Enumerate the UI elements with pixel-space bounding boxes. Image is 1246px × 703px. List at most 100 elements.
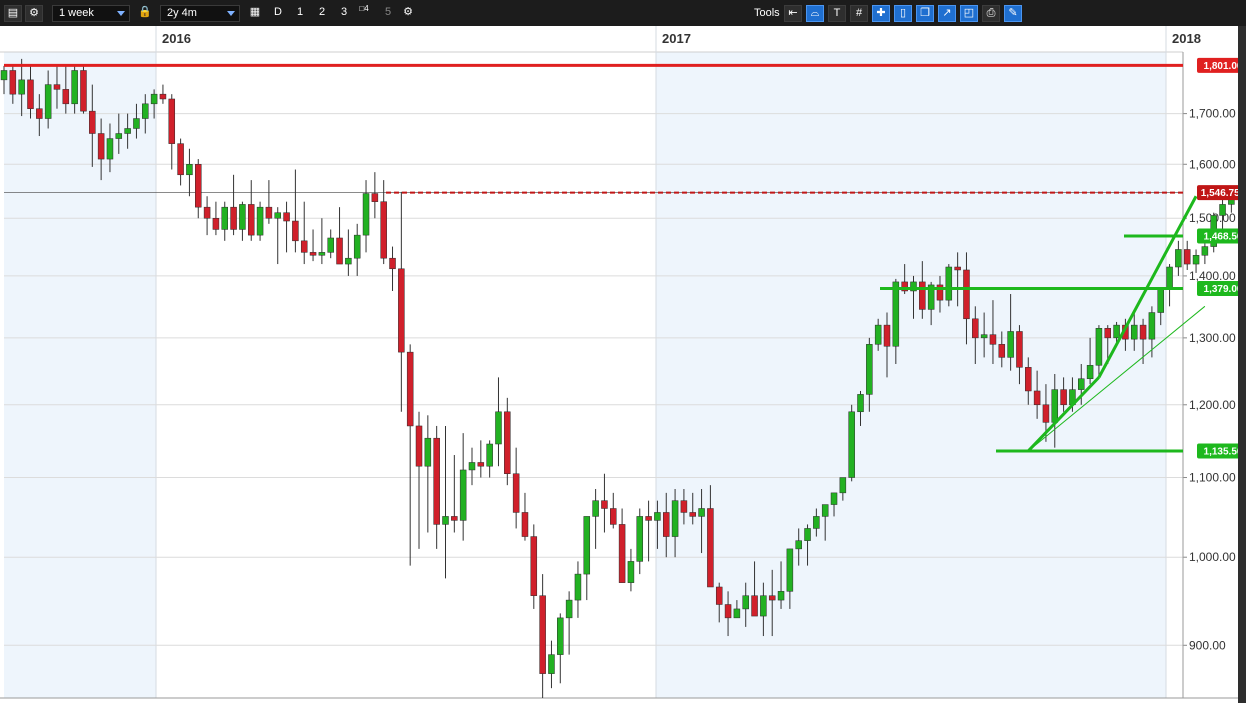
candle-up <box>777 591 785 601</box>
period-button-d[interactable]: D <box>269 5 287 22</box>
candle-up <box>318 252 326 256</box>
candle-up <box>424 437 432 467</box>
settings-gear-icon[interactable]: ⚙ <box>399 5 417 22</box>
candle-down <box>451 516 458 521</box>
candle-up <box>1086 365 1094 379</box>
period-button-3[interactable]: 3 <box>335 5 353 22</box>
candle-down <box>998 344 1006 358</box>
y-tick-label: 1,600.00 <box>1189 157 1236 171</box>
range-value: 2y 4m <box>167 7 197 19</box>
candle-up <box>892 281 900 347</box>
chevron-down-icon <box>117 11 125 16</box>
candle-down <box>265 206 273 219</box>
candle-down <box>1025 367 1032 392</box>
candle-up <box>654 512 661 521</box>
candle-up <box>1192 255 1200 265</box>
candlestick-chart[interactable]: 2016 2017 2018 900.00 1,000.00 1,100.00 1,200.… <box>0 26 1238 703</box>
candle-up <box>221 206 228 230</box>
year-band-2017 <box>656 26 1166 698</box>
candle-down <box>53 84 61 90</box>
text-tool-icon[interactable]: T <box>828 5 846 22</box>
candle-up <box>733 608 741 619</box>
period-button-1[interactable]: 1 <box>291 5 309 22</box>
x-tick-label: 2018 <box>1172 31 1201 46</box>
crosshair-tool-icon[interactable]: ✚ <box>872 5 890 22</box>
chart-list-icon[interactable]: ▤ <box>4 5 22 22</box>
candle-down <box>36 108 43 119</box>
back-arrow-icon[interactable]: ⇤ <box>784 5 802 22</box>
candle-up <box>106 138 114 160</box>
price-label-text: 1,135.50 <box>1204 446 1238 457</box>
candle-up <box>71 70 78 105</box>
candle-down <box>521 512 529 537</box>
candle-up <box>866 344 873 395</box>
candle-up <box>0 70 8 81</box>
settings-gear-icon[interactable]: ⚙ <box>25 5 43 22</box>
calendar-icon[interactable]: ▦ <box>246 5 264 22</box>
candle-down <box>159 93 167 100</box>
period-button-5[interactable]: 5 <box>379 5 397 22</box>
y-tick-label: 1,700.00 <box>1189 107 1236 121</box>
x-tick-label: 2016 <box>162 31 191 46</box>
lock-icon[interactable]: 🔒 <box>136 5 154 22</box>
range-select[interactable]: 2y 4m <box>160 5 240 22</box>
curve-tool-icon[interactable]: ⌓ <box>806 5 824 22</box>
candle-up <box>813 516 820 529</box>
candle-up <box>362 193 370 236</box>
candle-down <box>336 237 343 265</box>
candle-up <box>636 516 644 562</box>
price-label-text: 1,468.50 <box>1204 231 1238 242</box>
candle-down <box>715 586 723 605</box>
candle-down <box>724 604 732 619</box>
candle-up <box>1148 312 1156 340</box>
layers-tool-icon[interactable]: ❐ <box>916 5 934 22</box>
period-button-4[interactable]: □4 <box>355 5 373 22</box>
candle-down <box>89 110 96 134</box>
candle-up <box>115 133 123 139</box>
candle-up <box>495 411 502 445</box>
right-scrollbar[interactable] <box>1238 26 1246 703</box>
candle-down <box>1016 331 1023 368</box>
trendline-tool-icon[interactable]: ↗ <box>938 5 956 22</box>
candle-down <box>398 268 405 353</box>
candle-up <box>848 411 855 478</box>
candle-down <box>707 508 714 588</box>
candle-up <box>442 516 449 525</box>
candle-up <box>830 492 838 505</box>
candle-up <box>142 103 149 119</box>
candle-tool-icon[interactable]: ▯ <box>894 5 912 22</box>
period-button-2[interactable]: 2 <box>313 5 331 22</box>
candle-down <box>80 70 87 112</box>
candle-down <box>689 512 696 517</box>
candle-up <box>1078 378 1085 390</box>
candle-up <box>548 654 555 674</box>
candle-down <box>645 516 652 521</box>
candle-down <box>283 212 290 222</box>
y-tick-label: 1,300.00 <box>1189 331 1236 345</box>
print-icon[interactable]: ⎙ <box>982 5 1000 22</box>
candle-down <box>389 257 396 270</box>
candle-down <box>768 595 776 601</box>
interval-select[interactable]: 1 week <box>52 5 130 22</box>
grid-tool-icon[interactable]: # <box>850 5 868 22</box>
candle-up <box>44 84 52 119</box>
candle-up <box>821 504 829 517</box>
candle-down <box>1033 390 1041 406</box>
candle-up <box>1051 389 1059 423</box>
candle-down <box>1183 249 1191 265</box>
candle-down <box>230 206 237 230</box>
candle-down <box>9 70 17 95</box>
candle-down <box>433 437 440 525</box>
candle-up <box>1201 246 1209 256</box>
candle-up <box>671 500 679 537</box>
candle-up <box>742 595 749 610</box>
candle-down <box>751 595 758 617</box>
shape-tool-icon[interactable]: ◰ <box>960 5 978 22</box>
y-tick-label: 1,000.00 <box>1189 550 1236 564</box>
candle-up <box>239 204 246 230</box>
candle-up <box>760 595 767 617</box>
candle-up <box>804 528 811 541</box>
candle-up <box>1130 324 1138 340</box>
draw-settings-icon[interactable]: ✎ <box>1004 5 1022 22</box>
candle-up <box>627 561 635 583</box>
